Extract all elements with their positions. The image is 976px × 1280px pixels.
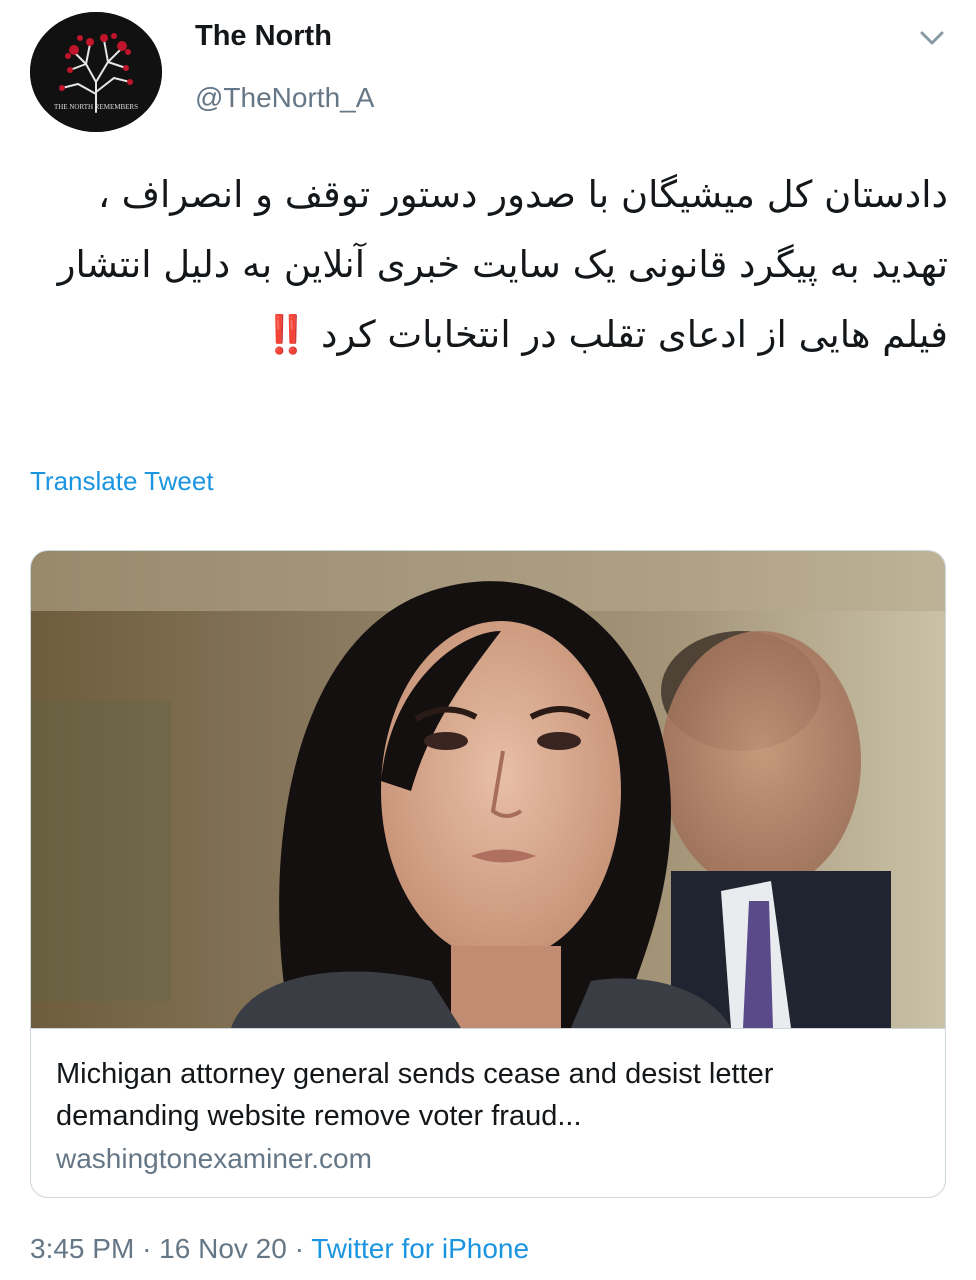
user-handle[interactable]: @TheNorth_A: [195, 82, 374, 114]
tweet-text: دادستان کل میشیگان با صدور دستور توقف و …: [30, 160, 948, 370]
card-image: [31, 551, 945, 1028]
meta-separator: ·: [294, 1233, 304, 1264]
tweet-meta: 3:45 PM · 16 Nov 20 · Twitter for iPhone: [30, 1233, 529, 1265]
card-domain: washingtonexaminer.com: [56, 1143, 372, 1174]
meta-separator: ·: [142, 1233, 152, 1264]
tweet-source-link[interactable]: Twitter for iPhone: [311, 1233, 529, 1264]
tweet-body: دادستان کل میشیگان با صدور دستور توقف و …: [57, 173, 948, 356]
tweet-date: 16 Nov 20: [159, 1233, 287, 1264]
avatar-text: THE NORTH REMEMBERS: [54, 103, 138, 111]
avatar-tree-image: THE NORTH REMEMBERS: [30, 12, 162, 132]
tweet-time: 3:45 PM: [30, 1233, 135, 1264]
link-preview-card[interactable]: Michigan attorney general sends cease an…: [30, 550, 946, 1198]
chevron-down-icon[interactable]: [914, 24, 950, 52]
card-title[interactable]: Michigan attorney general sends cease an…: [56, 1053, 916, 1137]
avatar[interactable]: THE NORTH REMEMBERS: [30, 12, 162, 132]
translate-tweet-link[interactable]: Translate Tweet: [30, 466, 214, 497]
display-name[interactable]: The North: [195, 20, 332, 53]
double-exclamation-emoji: ‼️: [263, 313, 310, 356]
card-divider: [31, 1028, 945, 1029]
